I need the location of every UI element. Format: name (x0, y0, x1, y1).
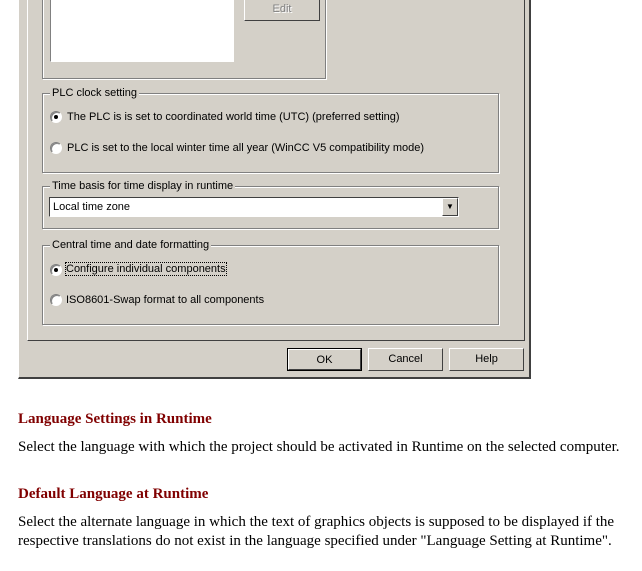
radio-utc-label[interactable]: The PLC is is set to coordinated world t… (67, 111, 400, 123)
formatting-group (42, 245, 499, 325)
help-button[interactable]: Help (449, 348, 524, 371)
section-heading: Language Settings in Runtime (18, 411, 212, 427)
radio-individual-label[interactable]: Configure individual components (65, 262, 227, 276)
radio-local-winter[interactable] (50, 142, 62, 154)
time-basis-value: Local time zone (53, 201, 131, 213)
formatting-legend: Central time and date formatting (50, 239, 212, 251)
chevron-down-icon[interactable]: ▼ (442, 198, 458, 216)
time-basis-select[interactable]: Local time zone ▼ (49, 197, 459, 217)
plc-clock-legend: PLC clock setting (50, 87, 139, 99)
language-list[interactable] (50, 0, 234, 62)
cancel-button[interactable]: Cancel (368, 348, 443, 371)
ok-button[interactable]: OK (287, 348, 362, 371)
section-heading: Default Language at Runtime (18, 486, 209, 502)
radio-individual[interactable] (50, 264, 62, 276)
radio-local-winter-label[interactable]: PLC is set to the local winter time all … (67, 142, 424, 154)
radio-iso8601-label[interactable]: ISO8601-Swap format to all components (66, 294, 264, 306)
section-text: Select the alternate language in which t… (18, 514, 615, 549)
time-basis-legend: Time basis for time display in runtime (50, 180, 236, 192)
radio-utc[interactable] (50, 111, 62, 123)
plc-clock-group (42, 93, 499, 173)
radio-iso8601[interactable] (50, 294, 62, 306)
edit-button[interactable]: Edit (244, 0, 320, 21)
section-text: Select the language with which the proje… (18, 439, 620, 455)
